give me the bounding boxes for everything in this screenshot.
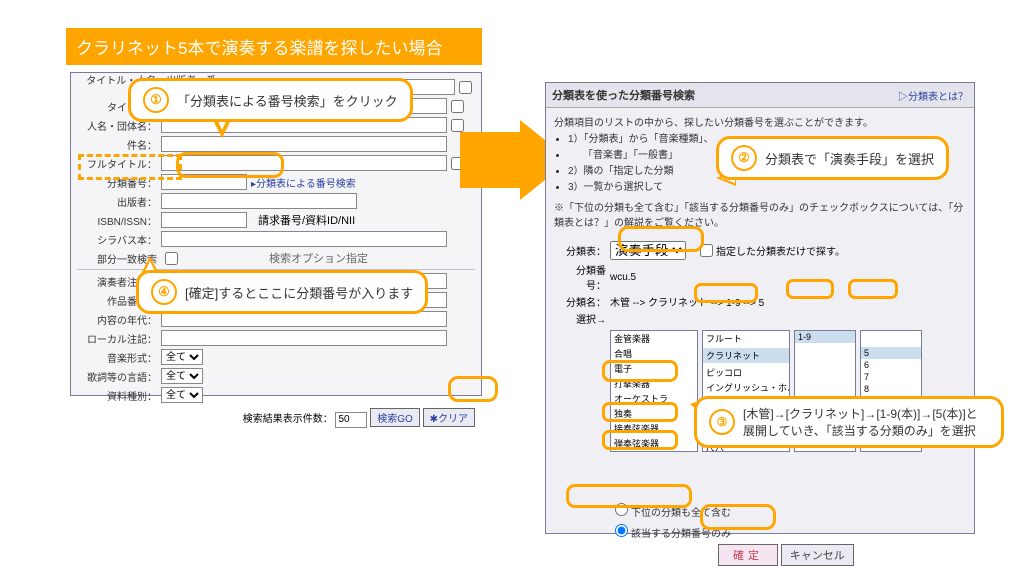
highlight-ring-radio-only (566, 484, 692, 508)
lbl-class-no: 分類番号： (558, 262, 610, 292)
highlight-ring-link (176, 152, 284, 178)
lbl-localnote: ローカル注記： (77, 331, 161, 346)
input-result-count[interactable] (335, 412, 367, 428)
dialog-intro: 分類項目のリストの中から、探したい分類番号を選ぶことができます。 (554, 114, 966, 129)
dialog-note: ※「下位の分類も全て含む」「該当する分類番号のみ」のチェックボックスについては、… (554, 199, 966, 229)
highlight-ring-5 (848, 279, 898, 299)
callout-2: ② 分類表で「演奏手段」を選択 (716, 136, 949, 180)
callout-1-num-icon: ① (143, 87, 169, 113)
lbl-syllabus: シラバス本： (77, 232, 161, 247)
callout-1-text: 「分類表による番号検索」をクリック (177, 91, 398, 110)
cancel-button[interactable]: キャンセル (781, 544, 854, 566)
search-go-button[interactable]: 検索GO (370, 408, 420, 427)
select-type[interactable]: 全て (161, 387, 203, 403)
lbl-specified-only: 指定した分類表だけで探す。 (716, 243, 845, 258)
input-publisher[interactable] (161, 193, 357, 209)
highlight-ring-mokkan (602, 360, 678, 382)
highlight-ring-clarinet (694, 283, 758, 303)
radio-only-this[interactable] (615, 524, 628, 537)
highlight-ring-1-9 (786, 279, 834, 299)
callout-3-text: [木管]→[クラリネット]→[1-9(本)]→[5(本)]と展開していき、「該当… (743, 405, 989, 439)
link-what-is-classification[interactable]: ▷分類表とは？ (898, 88, 968, 103)
lbl-type: 資料種別： (77, 388, 161, 403)
input-localnote[interactable] (161, 330, 447, 346)
highlight-ring-ensou-select (618, 226, 704, 252)
search-footer: 検索結果表示件数： 検索GO ✱クリア (77, 408, 475, 428)
input-isbn[interactable] (161, 212, 247, 228)
confirm-button[interactable]: 確定 (718, 544, 778, 566)
cb-partial[interactable] (165, 252, 178, 265)
highlight-dashed-bunrui-input (78, 154, 182, 180)
dialog-title: 分類表を使った分類番号検索 (552, 87, 695, 103)
lbl-result-count: 検索結果表示件数： (243, 414, 333, 425)
callout-4-text: [確定]するとここに分類番号が入ります (185, 283, 413, 302)
page-heading: クラリネット5本で演奏する楽譜を探したい場合 (66, 28, 482, 65)
lbl-option: 検索オプション指定 (269, 250, 368, 266)
clear-button[interactable]: ✱クリア (423, 408, 475, 427)
lbl-select: 選択→ (558, 311, 610, 326)
lbl-isbn: ISBN/ISSN： (77, 213, 161, 228)
cb-title[interactable] (451, 100, 464, 113)
callout-3: ③ [木管]→[クラリネット]→[1-9(本)]→[5(本)]と展開していき、「… (694, 396, 1004, 448)
callout-4-num-icon: ④ (151, 279, 177, 305)
lbl-kenmei: 件名： (77, 137, 161, 152)
lbl-bunruihyo: 分類表： (558, 243, 610, 258)
callout-2-num-icon: ② (731, 145, 757, 171)
input-kenmei[interactable] (161, 136, 447, 152)
callout-4: ④ [確定]するとここに分類番号が入ります (136, 270, 428, 314)
lbl-class-name: 分類名： (558, 294, 610, 309)
select-lang[interactable]: 全て (161, 368, 203, 384)
highlight-ring-blank1 (602, 402, 678, 422)
cb-title-group[interactable] (459, 81, 472, 94)
lbl-musicform: 音楽形式： (77, 350, 161, 365)
highlight-ring-blank2 (602, 430, 678, 450)
lbl-publisher: 出版者： (77, 194, 161, 209)
input-syllabus[interactable] (161, 231, 447, 247)
callout-1: ① 「分類表による番号検索」をクリック (128, 78, 413, 122)
highlight-ring-confirm (700, 504, 776, 530)
callout-3-num-icon: ③ (709, 409, 735, 435)
callout-2-text: 分類表で「演奏手段」を選択 (765, 149, 934, 168)
val-class-no: wcu.5 (610, 272, 636, 283)
select-musicform[interactable]: 全て (161, 349, 203, 365)
lbl-lang: 歌詞等の言語： (77, 369, 161, 384)
lbl-seikyu: 請求番号/資料ID/NII (258, 212, 355, 228)
highlight-ring-search-go (448, 376, 498, 402)
